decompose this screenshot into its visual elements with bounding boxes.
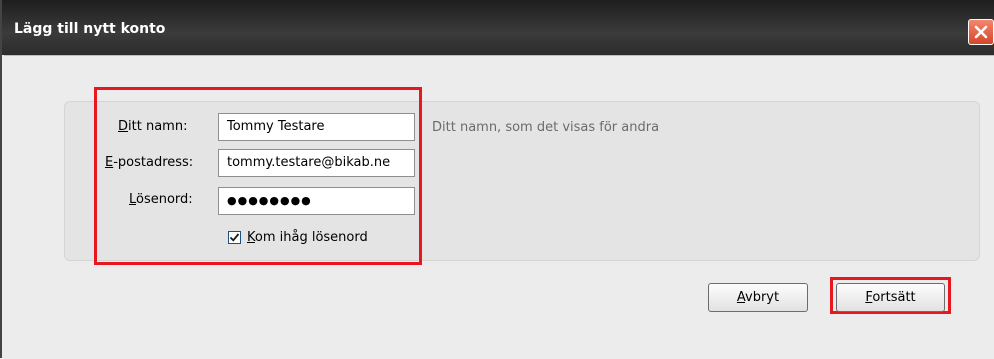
- title-bar[interactable]: Lägg till nytt konto: [2, 0, 994, 55]
- continue-button[interactable]: Fortsätt: [836, 283, 945, 312]
- close-icon: [974, 25, 988, 39]
- cancel-button[interactable]: Avbryt: [708, 283, 808, 312]
- form-highlight-frame: [94, 87, 422, 265]
- dialog-title: Lägg till nytt konto: [14, 21, 166, 37]
- name-hint: Ditt namn, som det visas för andra: [432, 120, 660, 135]
- dialog-window: Lägg till nytt konto Ditt namn: Tommy Te…: [0, 0, 994, 359]
- close-button[interactable]: [968, 19, 994, 45]
